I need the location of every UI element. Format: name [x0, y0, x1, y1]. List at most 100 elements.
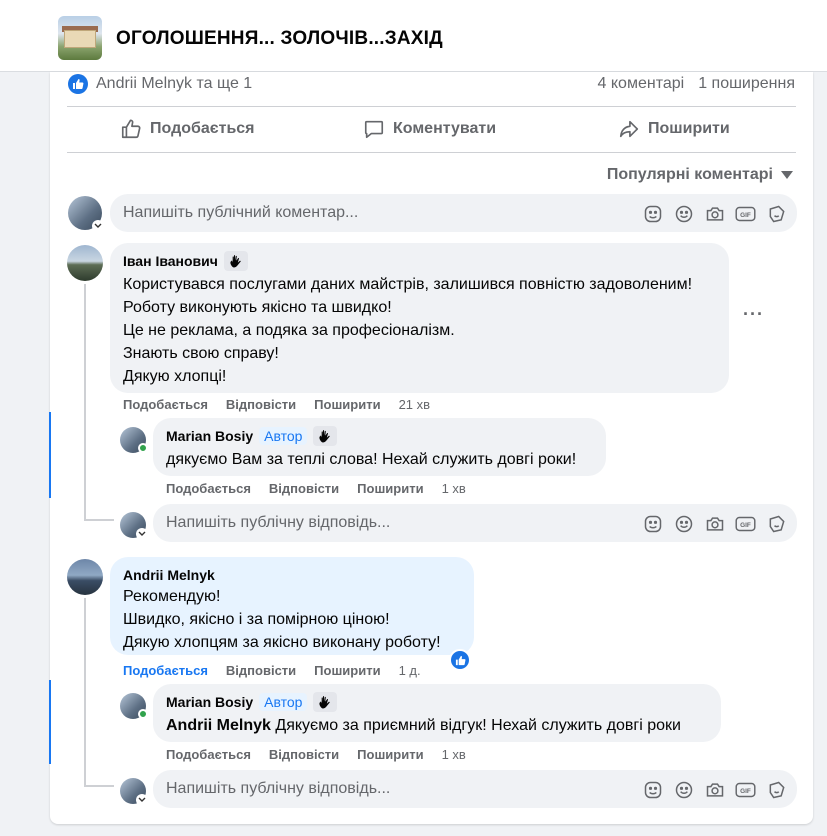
comment-text-line: Дякую хлопці! [123, 368, 227, 385]
comment-share-link[interactable]: Поширити [314, 663, 380, 678]
author-name[interactable]: Marian Bosiy [166, 694, 253, 710]
chevron-down-icon[interactable] [92, 220, 104, 232]
share-button[interactable]: Поширити [618, 118, 730, 140]
waving-hand-icon[interactable] [223, 251, 248, 271]
reply-actions: Подобається Відповісти Поширити 1 хв [166, 747, 466, 762]
reply-share-link[interactable]: Поширити [357, 481, 423, 496]
thumbs-up-icon [121, 119, 141, 139]
sticker-icon[interactable] [642, 203, 663, 224]
author-badge: Автор [259, 427, 308, 445]
comment-input-placeholder: Напишіть публічний коментар... [123, 204, 359, 221]
comment-text-line: Роботу виконують якісно та швидко! [123, 299, 392, 316]
smiley-icon[interactable] [673, 779, 694, 800]
sticker-icon[interactable] [642, 513, 663, 534]
author-badge: Автор [259, 693, 308, 711]
speech-bubble-icon [364, 120, 384, 139]
comment-bubble: Іван Іванович Користувався послугами дан… [110, 243, 729, 393]
comment-text-line: Користувався послугами даних майстрів, з… [123, 276, 693, 293]
group-thumbnail[interactable] [58, 16, 102, 60]
more-options-icon[interactable]: ··· [743, 304, 764, 325]
mention-link[interactable]: Andrii Melnyk [166, 717, 271, 734]
reply-timestamp[interactable]: 1 хв [442, 747, 466, 762]
reply-bubble: Marian Bosiy Автор дякуємо Вам за теплі … [153, 418, 606, 476]
avatar[interactable] [67, 245, 103, 281]
comment-like-link[interactable]: Подобається [123, 397, 208, 412]
divider [67, 152, 796, 153]
waving-hand-icon[interactable] [313, 426, 338, 446]
comment-reply-link[interactable]: Відповісти [226, 663, 296, 678]
comment-timestamp[interactable]: 21 хв [399, 397, 430, 412]
reactions-summary[interactable]: Andrii Melnyk та ще 1 [68, 74, 252, 94]
reply-share-link[interactable]: Поширити [357, 747, 423, 762]
group-title[interactable]: ОГОЛОШЕННЯ... ЗОЛОЧІВ...ЗАХІД [116, 28, 443, 50]
reply-input[interactable]: Напишіть публічну відповідь... GIF [153, 504, 797, 542]
avatar[interactable] [67, 559, 103, 595]
waving-hand-icon[interactable] [313, 692, 338, 712]
reply-author[interactable]: Marian Bosiy Автор [166, 426, 593, 446]
sticker-icon[interactable] [642, 779, 663, 800]
comment-like-link[interactable]: Подобається [123, 663, 208, 678]
svg-text:GIF: GIF [740, 522, 751, 529]
avatar-sticker-icon[interactable] [766, 203, 787, 224]
camera-icon[interactable] [704, 513, 725, 534]
avatar-sticker-icon[interactable] [766, 779, 787, 800]
comment-button[interactable]: Коментувати [363, 118, 496, 140]
like-reaction-icon [68, 74, 88, 94]
thread-line [84, 519, 114, 521]
share-button-label: Поширити [648, 120, 730, 137]
reply-input[interactable]: Напишіть публічну відповідь... GIF [153, 770, 797, 808]
author-name[interactable]: Іван Іванович [123, 253, 218, 269]
comment-text-line: Рекомендую! [123, 588, 221, 605]
gif-icon[interactable]: GIF [735, 779, 756, 800]
comment-text-line: Знають свою справу! [123, 345, 279, 362]
avatar-sticker-icon[interactable] [766, 513, 787, 534]
like-button[interactable]: Подобається [120, 118, 255, 140]
svg-text:GIF: GIF [740, 788, 751, 795]
post-card: Andrii Melnyk та ще 1 4 коментарі 1 поши… [49, 72, 813, 824]
author-name[interactable]: Andrii Melnyk [123, 567, 215, 583]
comment-text-line: Швидко, якісно і за помірною ціною! [123, 611, 390, 628]
comments-count[interactable]: 4 коментарі [598, 75, 685, 93]
chevron-down-icon[interactable] [136, 528, 148, 540]
camera-icon[interactable] [704, 203, 725, 224]
comment-share-link[interactable]: Поширити [314, 397, 380, 412]
comment-actions: Подобається Відповісти Поширити 1 д. [123, 663, 421, 678]
reply-author[interactable]: Marian Bosiy Автор [166, 692, 708, 712]
reply-like-link[interactable]: Подобається [166, 481, 251, 496]
reply-timestamp[interactable]: 1 хв [442, 481, 466, 496]
comment-author[interactable]: Іван Іванович [123, 251, 716, 271]
chevron-down-icon[interactable] [136, 794, 148, 806]
composer-tools: GIF [642, 513, 787, 534]
reply-text: дякуємо Вам за теплі слова! Нехай служит… [166, 451, 577, 468]
comment-reply-link[interactable]: Відповісти [226, 397, 296, 412]
comment-input[interactable]: Напишіть публічний коментар... GIF [110, 194, 797, 232]
reactors-text[interactable]: Andrii Melnyk та ще 1 [96, 75, 252, 93]
shares-count[interactable]: 1 поширення [698, 75, 795, 93]
gif-icon[interactable]: GIF [735, 513, 756, 534]
like-reaction-icon[interactable] [449, 649, 471, 671]
like-button-label: Подобається [150, 120, 255, 137]
online-status-dot [138, 709, 148, 719]
comment-button-label: Коментувати [393, 120, 497, 137]
group-header: ОГОЛОШЕННЯ... ЗОЛОЧІВ...ЗАХІД [0, 0, 827, 72]
smiley-icon[interactable] [673, 513, 694, 534]
engagement-counts: 4 коментарі 1 поширення [598, 75, 795, 93]
thread-line [84, 785, 114, 787]
comment-actions: Подобається Відповісти Поширити 21 хв [123, 397, 430, 412]
reply-text: Andrii Melnyk Дякуємо за приємний відгук… [166, 714, 708, 737]
reply-input-placeholder: Напишіть публічну відповідь... [166, 780, 391, 797]
thread-highlight-bar [49, 680, 51, 764]
reply-actions: Подобається Відповісти Поширити 1 хв [166, 481, 466, 496]
comment-author[interactable]: Andrii Melnyk [123, 565, 461, 585]
comment-timestamp[interactable]: 1 д. [399, 663, 421, 678]
comment-sort-dropdown[interactable]: Популярні коментарі [607, 166, 793, 184]
camera-icon[interactable] [704, 779, 725, 800]
smiley-icon[interactable] [673, 203, 694, 224]
composer-tools: GIF [642, 779, 787, 800]
gif-icon[interactable]: GIF [735, 203, 756, 224]
reply-reply-link[interactable]: Відповісти [269, 481, 339, 496]
reply-like-link[interactable]: Подобається [166, 747, 251, 762]
comment-text-line: Це не реклама, а подяка за професіоналіз… [123, 322, 455, 339]
reply-reply-link[interactable]: Відповісти [269, 747, 339, 762]
author-name[interactable]: Marian Bosiy [166, 428, 253, 444]
